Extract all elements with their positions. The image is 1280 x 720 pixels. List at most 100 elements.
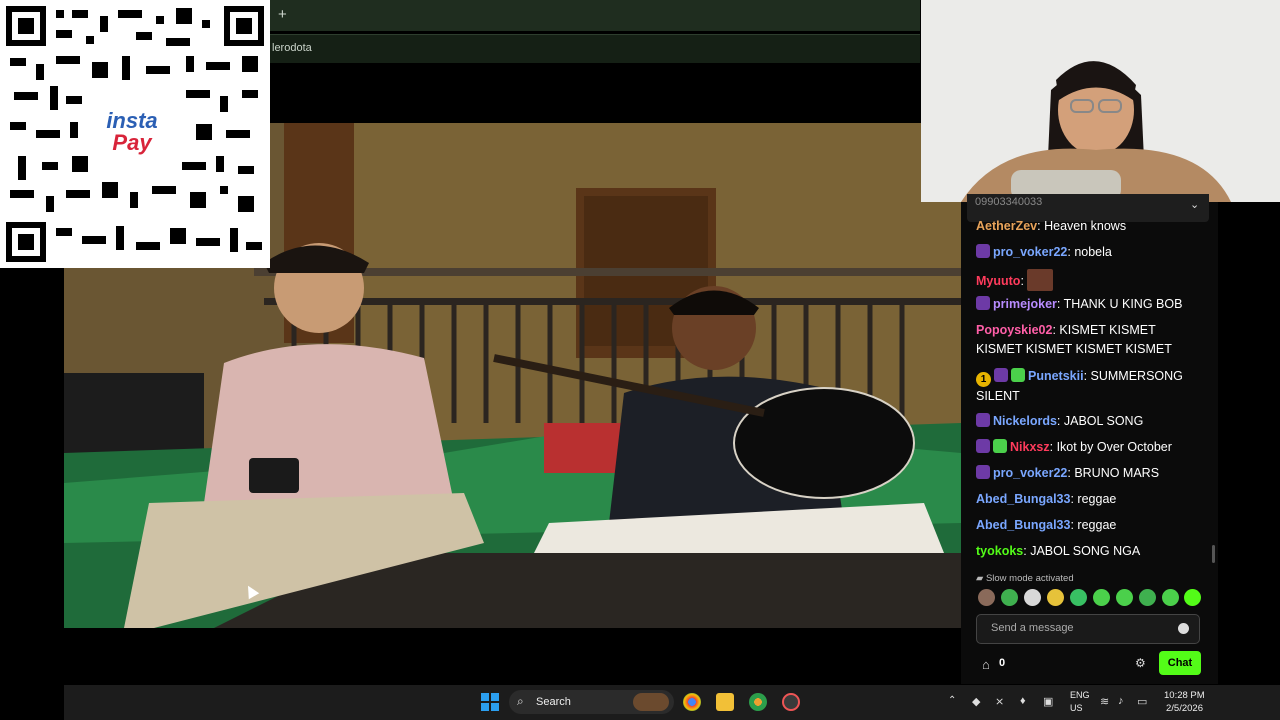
address-bar[interactable] <box>270 34 920 63</box>
recording-app-icon[interactable] <box>782 693 800 711</box>
clock-time[interactable]: 10:28 PM <box>1164 690 1205 701</box>
emote-icon[interactable] <box>1139 589 1156 606</box>
emote-icon[interactable] <box>1024 589 1041 606</box>
chat-scrollbar[interactable] <box>1212 545 1215 563</box>
chat-message-text: JABOL SONG <box>1063 414 1144 428</box>
chat-separator: : <box>1056 414 1064 428</box>
chat-message: Nickelords: JABOL SONG <box>976 412 1198 431</box>
chat-username[interactable]: tyokoks <box>976 544 1023 558</box>
chat-username[interactable]: pro_voker22 <box>993 245 1067 259</box>
battery-saver-icon[interactable]: ▣ <box>1043 695 1053 708</box>
store-icon[interactable]: ⌂ <box>982 657 990 672</box>
chat-message-text: BRUNO MARS <box>1074 466 1160 480</box>
chat-emote-image <box>1027 269 1054 291</box>
chat-separator: : <box>1056 297 1064 311</box>
chrome-canary-icon[interactable] <box>749 693 767 711</box>
gift-badge-icon <box>1011 368 1025 382</box>
chat-separator: : <box>1049 440 1057 454</box>
chat-username[interactable]: Nickelords <box>993 414 1057 428</box>
send-chat-button[interactable]: Chat <box>1159 651 1201 675</box>
chat-message-text: JABOL SONG NGA <box>1030 544 1141 558</box>
windows-start-icon[interactable] <box>481 693 499 711</box>
chat-message: Nikxsz: Ikot by Over October <box>976 438 1198 457</box>
chat-message: Popoyskie02: KISMET KISMET KISMET KISMET… <box>976 321 1198 359</box>
gear-icon[interactable]: ⚙ <box>1135 656 1146 670</box>
chrome-browser-icon[interactable] <box>683 693 701 711</box>
chat-username[interactable]: Nikxsz <box>1010 440 1050 454</box>
slow-mode-icon: ▰ <box>976 573 986 584</box>
instapay-logo-line1: insta <box>106 108 158 133</box>
chat-username[interactable]: Abed_Bungal33 <box>976 518 1070 532</box>
slow-mode-text: Slow mode activated <box>985 573 1074 584</box>
chat-input-placeholder: Send a message <box>991 622 1074 634</box>
instapay-logo-line2: Pay <box>112 130 152 155</box>
chevron-down-icon[interactable]: ⌄ <box>1190 198 1199 211</box>
battery-icon[interactable]: ▭ <box>1137 695 1147 708</box>
language-indicator[interactable]: ENG <box>1070 690 1090 700</box>
slow-mode-notice: ▰ Slow mode activated <box>976 573 1074 584</box>
emote-icon[interactable] <box>978 589 995 606</box>
page-header-strip <box>270 64 920 122</box>
pinned-message-text: 09903340033 <box>975 196 1043 208</box>
wifi-icon[interactable]: ≋ <box>1100 695 1109 708</box>
chevron-up-icon[interactable]: ⌃ <box>948 695 956 706</box>
prime-badge-icon <box>994 368 1008 382</box>
emote-icon[interactable] <box>1116 589 1133 606</box>
webcam-illustration <box>921 0 1280 202</box>
chat-separator: : <box>1020 274 1028 288</box>
chat-username[interactable]: Myuuto <box>976 274 1020 288</box>
emoji-picker-icon[interactable] <box>1178 623 1189 634</box>
region-indicator[interactable]: US <box>1070 703 1083 713</box>
volume-icon[interactable]: ♪ <box>1118 695 1124 707</box>
chat-message-text: Heaven knows <box>1044 219 1127 233</box>
quick-emote-bar <box>976 589 1202 609</box>
chat-username[interactable]: Popoyskie02 <box>976 323 1052 337</box>
taskbar-search-label: Search <box>536 696 571 708</box>
emote-icon[interactable] <box>1093 589 1110 606</box>
file-explorer-icon[interactable] <box>716 693 734 711</box>
chat-username[interactable]: primejoker <box>993 297 1057 311</box>
emote-icon[interactable] <box>1070 589 1087 606</box>
instapay-qr-code: insta Pay <box>0 0 270 268</box>
search-icon: ⌕ <box>517 694 524 708</box>
instapay-logo: insta Pay <box>98 108 166 160</box>
chat-message: primejoker: THANK U KING BOB <box>976 295 1198 314</box>
chat-username[interactable]: Abed_Bungal33 <box>976 492 1070 506</box>
search-highlight-image[interactable] <box>633 693 669 711</box>
prime-badge-icon <box>976 439 990 453</box>
chat-message: pro_voker22: BRUNO MARS <box>976 464 1198 483</box>
chat-message: 1 Punetskii: SUMMERSONG SILENT <box>976 367 1198 406</box>
prime-badge-icon <box>976 413 990 427</box>
gold-badge-icon: 1 <box>976 372 991 387</box>
chat-username[interactable]: pro_voker22 <box>993 466 1067 480</box>
chat-message-text: THANK U KING BOB <box>1063 297 1183 311</box>
emote-icon[interactable] <box>1184 589 1201 606</box>
microphone-icon[interactable]: ♦ <box>1020 695 1026 707</box>
prime-badge-icon <box>976 296 990 310</box>
prime-badge-icon <box>976 244 990 258</box>
chat-message: Myuuto: <box>976 269 1198 291</box>
chat-username[interactable]: Punetskii <box>1028 369 1084 383</box>
chat-message: pro_voker22: nobela <box>976 243 1198 262</box>
clock-date[interactable]: 2/5/2026 <box>1166 703 1203 714</box>
chat-message: Abed_Bungal33: reggae <box>976 490 1198 509</box>
chat-message-text: nobela <box>1074 245 1112 259</box>
channel-points-count: 0 <box>999 657 1006 669</box>
address-text: lerodota <box>272 42 312 54</box>
browser-tab-bar <box>270 0 920 31</box>
chat-message-text: reggae <box>1077 492 1117 506</box>
emote-icon[interactable] <box>1162 589 1179 606</box>
chat-username[interactable]: AetherZev <box>976 219 1037 233</box>
webcam-overlay <box>921 0 1280 202</box>
emote-icon[interactable] <box>1001 589 1018 606</box>
new-tab-button[interactable]: + <box>278 6 287 23</box>
chat-message-text: reggae <box>1077 518 1117 532</box>
tray-app-icon[interactable]: ◆ <box>972 695 980 708</box>
chat-message: tyokoks: JABOL SONG NGA <box>976 542 1198 561</box>
chat-message: Abed_Bungal33: reggae <box>976 516 1198 535</box>
chat-separator: : <box>1083 369 1091 383</box>
prime-badge-icon <box>976 465 990 479</box>
chat-message-text: Ikot by Over October <box>1056 440 1172 454</box>
mute-icon[interactable]: ⨯ <box>995 695 1004 708</box>
emote-icon[interactable] <box>1047 589 1064 606</box>
